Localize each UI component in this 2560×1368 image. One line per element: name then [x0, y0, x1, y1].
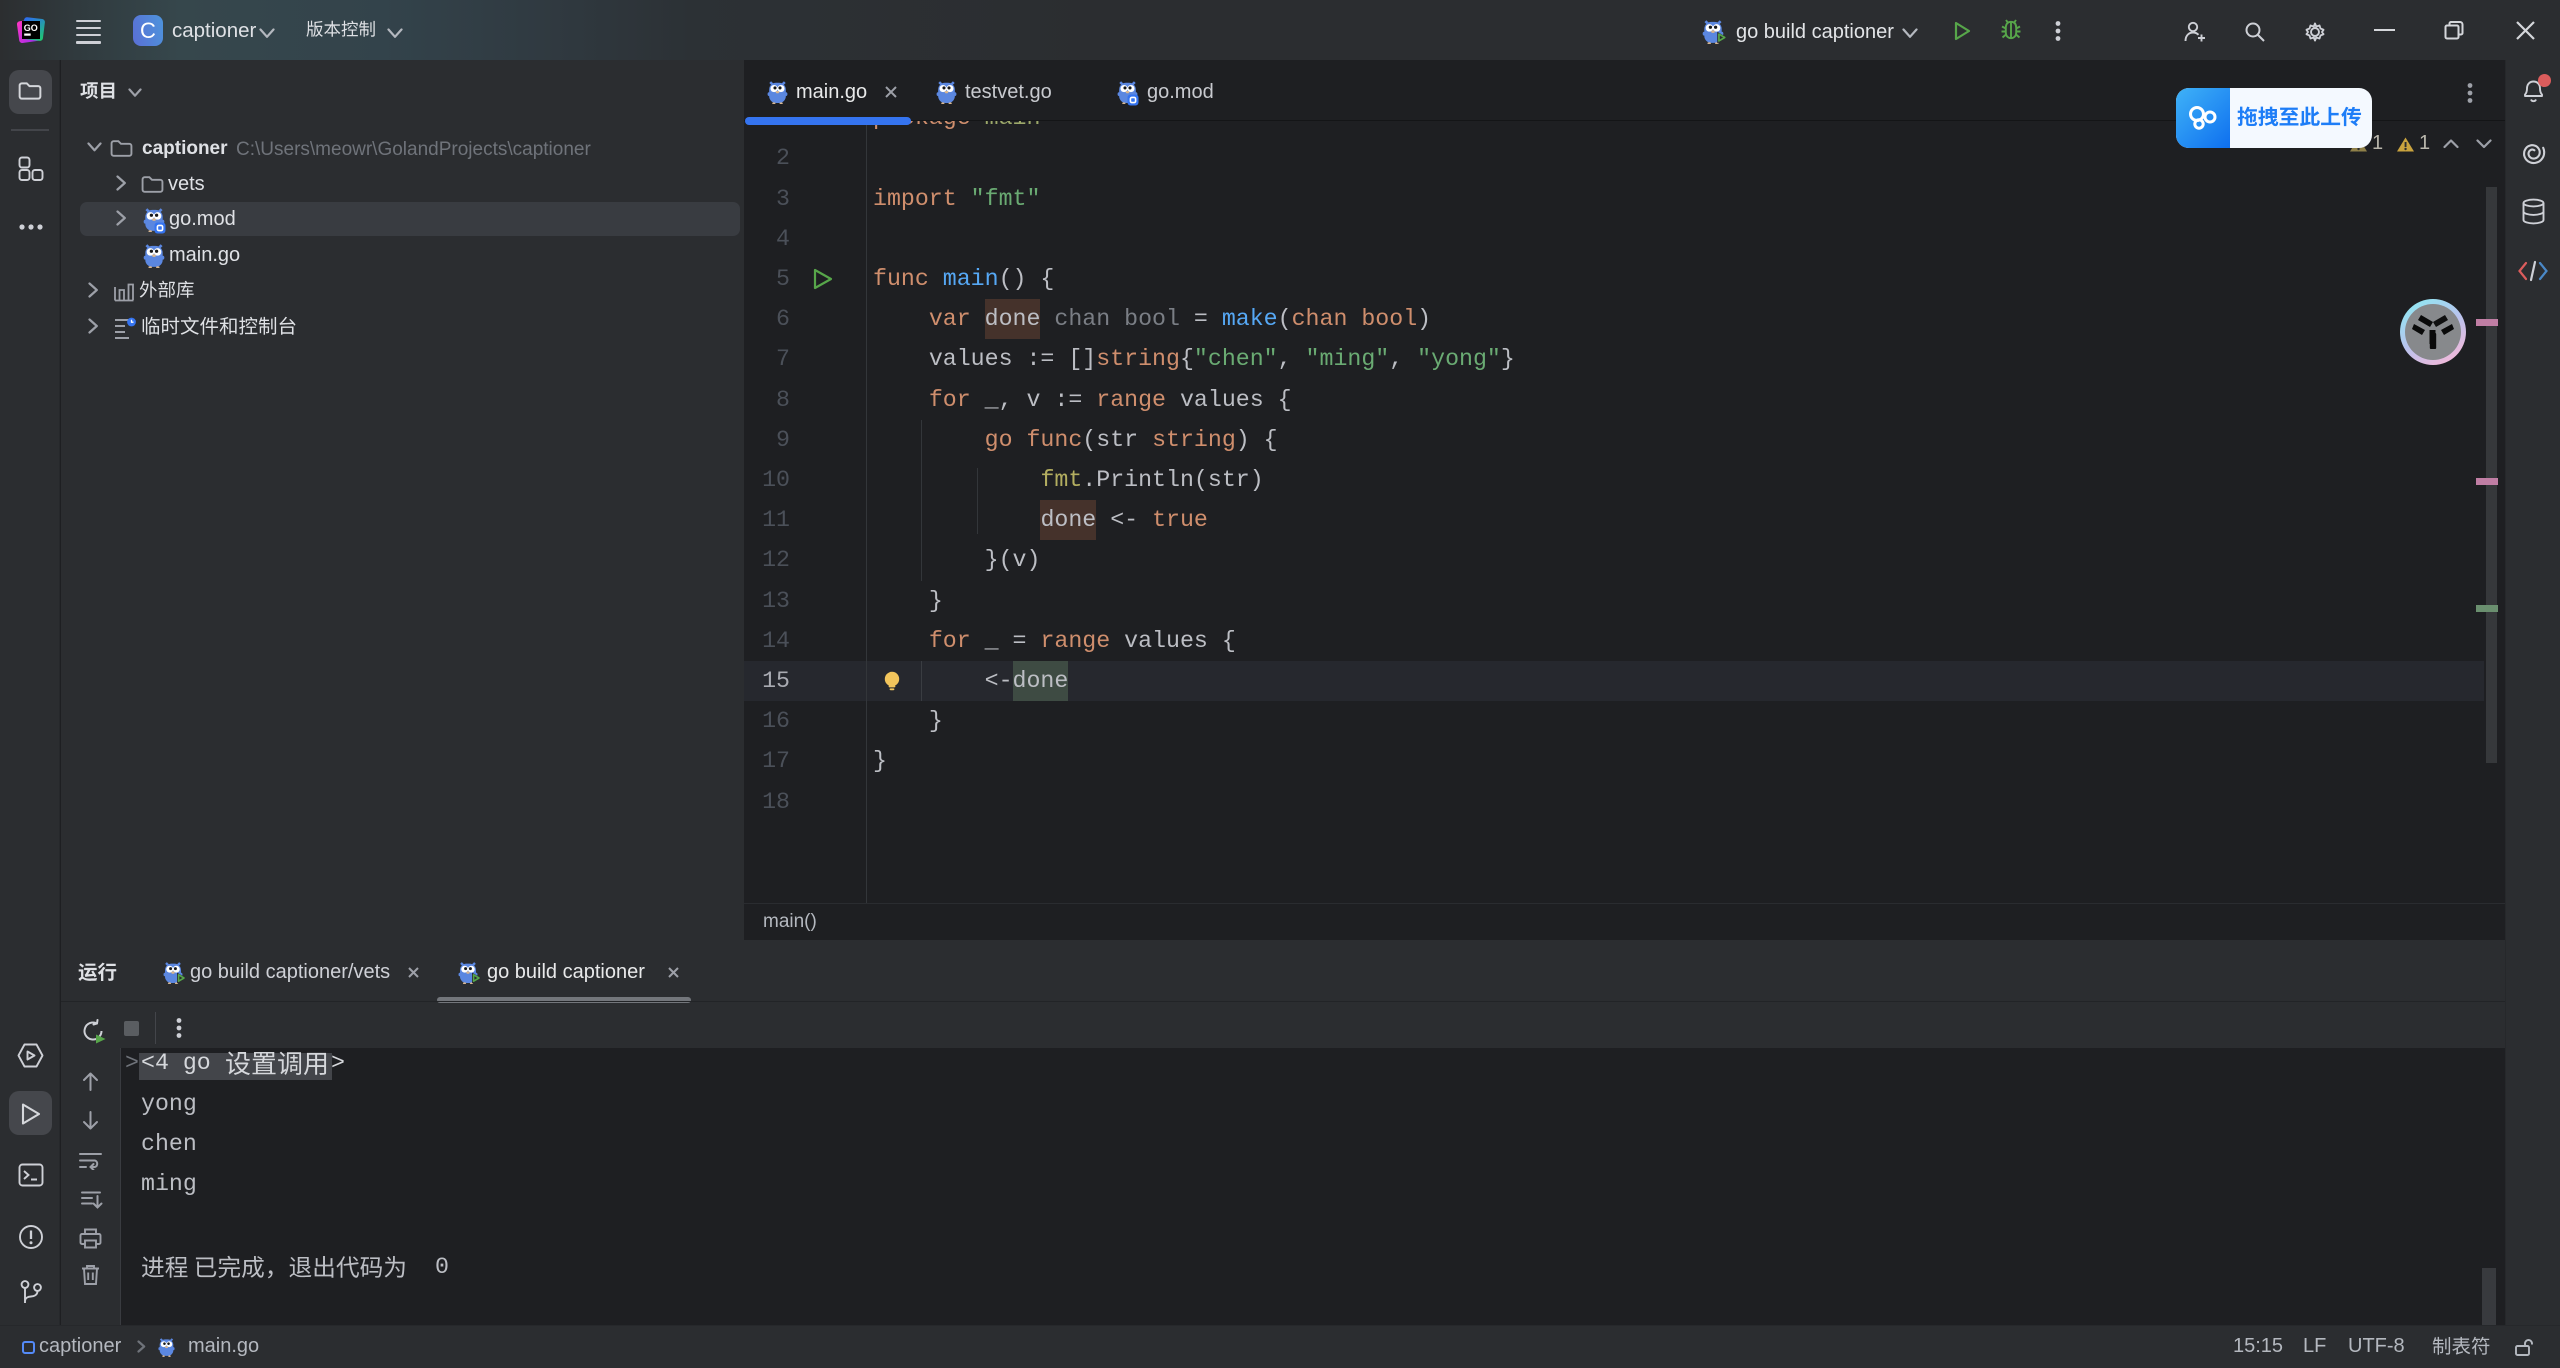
- svg-text:GO: GO: [24, 23, 38, 33]
